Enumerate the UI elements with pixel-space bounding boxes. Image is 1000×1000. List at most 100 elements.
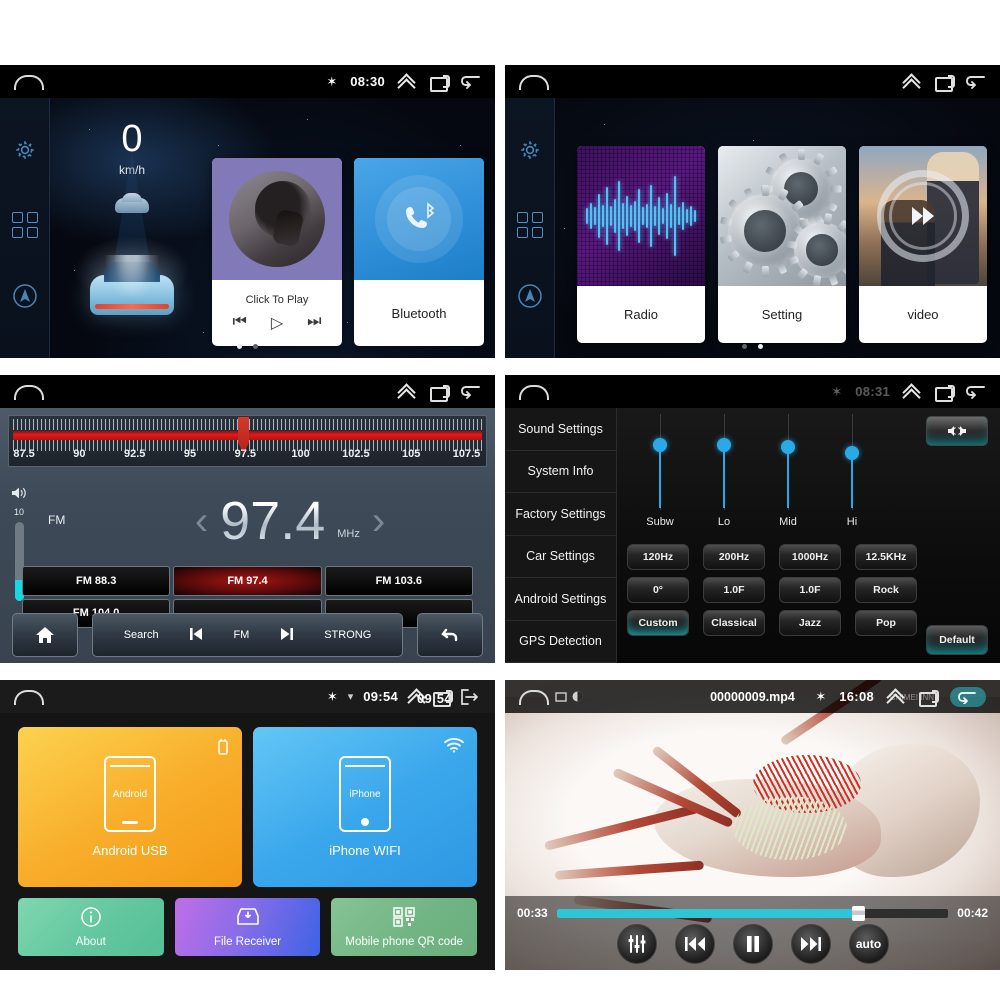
navigation-icon[interactable] bbox=[12, 283, 38, 314]
settings-menu-item[interactable]: Sound Settings bbox=[505, 408, 616, 451]
eq-slider[interactable]: Lo bbox=[691, 412, 757, 540]
previous-track-icon[interactable]: ⏮ bbox=[232, 313, 246, 333]
eq-preset-button[interactable]: 120Hz bbox=[627, 544, 689, 570]
gear-icon[interactable] bbox=[518, 138, 542, 167]
radio-waveform-art bbox=[577, 146, 705, 286]
chevron-up-icon[interactable] bbox=[398, 75, 417, 89]
waveform-graphic bbox=[577, 161, 705, 271]
recent-apps-icon[interactable] bbox=[433, 689, 453, 707]
music-card[interactable]: Click To Play ⏮ ▷ ⏭ bbox=[212, 158, 342, 346]
seek-row: 00:33 00:42 bbox=[517, 905, 988, 921]
eq-slider-handle[interactable] bbox=[717, 438, 731, 452]
tile-android-usb[interactable]: Android Android USB bbox=[18, 727, 242, 887]
back-icon[interactable] bbox=[966, 384, 986, 399]
eq-preset-button[interactable]: Pop bbox=[855, 610, 917, 636]
navigation-icon[interactable] bbox=[517, 283, 543, 314]
seek-track[interactable] bbox=[556, 905, 949, 921]
previous-button[interactable] bbox=[674, 924, 715, 964]
eq-slider-handle[interactable] bbox=[845, 446, 859, 460]
dial-scale-labels: 87.5 90 92.5 95 97.5 100 102.5 105 107.5 bbox=[13, 448, 482, 464]
seek-up-button[interactable] bbox=[279, 627, 295, 644]
home-icon[interactable] bbox=[14, 689, 44, 705]
auto-button[interactable]: auto bbox=[848, 924, 889, 964]
equalizer-button[interactable] bbox=[616, 924, 657, 964]
signal-strength-button[interactable]: STRONG bbox=[324, 629, 371, 641]
settings-menu-item[interactable]: Car Settings bbox=[505, 536, 616, 578]
previous-station-button[interactable]: ‹ bbox=[195, 501, 208, 541]
default-button[interactable]: Default bbox=[926, 625, 988, 655]
page-dot[interactable] bbox=[253, 344, 258, 349]
settings-menu-item[interactable]: Factory Settings bbox=[505, 493, 616, 536]
app-card-video[interactable]: video bbox=[859, 146, 987, 343]
preset-button[interactable]: FM 97.4 bbox=[173, 566, 322, 596]
page-dot[interactable] bbox=[237, 344, 242, 349]
frequency-dial[interactable]: 87.5 90 92.5 95 97.5 100 102.5 105 107.5 bbox=[8, 415, 487, 467]
home-icon[interactable] bbox=[14, 74, 44, 90]
app-card-setting[interactable]: Setting bbox=[718, 146, 846, 343]
home-icon[interactable] bbox=[519, 74, 549, 90]
bluetooth-card[interactable]: Bluetooth bbox=[354, 158, 484, 346]
page-dot[interactable] bbox=[758, 344, 763, 349]
speaker-balance-button[interactable] bbox=[926, 416, 988, 446]
pause-button[interactable] bbox=[732, 924, 773, 964]
settings-menu-item[interactable]: System Info bbox=[505, 451, 616, 493]
play-icon[interactable]: ▷ bbox=[271, 313, 283, 333]
next-button[interactable] bbox=[790, 924, 831, 964]
back-icon[interactable] bbox=[950, 686, 986, 707]
info-icon bbox=[80, 906, 102, 933]
eq-preset-button[interactable]: 1000Hz bbox=[779, 544, 841, 570]
band-button[interactable]: FM bbox=[233, 629, 249, 641]
recent-apps-icon[interactable] bbox=[935, 384, 955, 402]
eq-preset-button[interactable]: 200Hz bbox=[703, 544, 765, 570]
recent-apps-icon[interactable] bbox=[430, 384, 450, 402]
tile-iphone-wifi[interactable]: iPhone iPhone WIFI bbox=[253, 727, 477, 887]
back-icon[interactable] bbox=[461, 74, 481, 89]
apps-grid-icon[interactable] bbox=[516, 211, 543, 238]
eq-slider-handle[interactable] bbox=[653, 438, 667, 452]
eq-preset-button[interactable]: Rock bbox=[855, 577, 917, 603]
recent-apps-icon[interactable] bbox=[430, 74, 450, 92]
back-icon[interactable] bbox=[461, 384, 481, 399]
settings-menu-item[interactable]: GPS Detection bbox=[505, 621, 616, 663]
home-icon[interactable] bbox=[519, 384, 549, 400]
app-card-radio[interactable]: Radio bbox=[577, 146, 705, 343]
eq-slider[interactable]: Mid bbox=[755, 412, 821, 540]
home-button[interactable] bbox=[12, 613, 78, 657]
search-button[interactable]: Search bbox=[124, 629, 159, 641]
next-track-icon[interactable]: ⏭ bbox=[307, 313, 321, 333]
eq-preset-button[interactable]: Custom bbox=[627, 610, 689, 636]
recent-apps-icon[interactable] bbox=[935, 74, 955, 92]
home-icon[interactable] bbox=[519, 689, 549, 705]
back-icon[interactable] bbox=[461, 689, 481, 705]
apps-body: Radio Setting video bbox=[505, 98, 1000, 358]
eq-slider[interactable]: Subw bbox=[627, 412, 693, 540]
page-dot[interactable] bbox=[742, 344, 747, 349]
home-icon[interactable] bbox=[14, 384, 44, 400]
eq-preset-button[interactable]: 12.5KHz bbox=[855, 544, 917, 570]
chevron-up-icon[interactable] bbox=[903, 385, 922, 399]
chevron-up-icon[interactable] bbox=[903, 75, 922, 89]
preset-button[interactable]: FM 88.3 bbox=[22, 566, 171, 596]
file-receiver-button[interactable]: File Receiver bbox=[174, 898, 321, 956]
eq-preset-button[interactable]: 0° bbox=[627, 577, 689, 603]
eq-slider[interactable]: Hi bbox=[819, 412, 885, 540]
seek-handle[interactable] bbox=[852, 905, 866, 921]
statusbar-right-group: ✶ 08:30 bbox=[326, 74, 495, 92]
eq-preset-button[interactable]: 1.0F bbox=[703, 577, 765, 603]
next-station-button[interactable]: › bbox=[372, 501, 385, 541]
apps-grid-icon[interactable] bbox=[11, 211, 38, 238]
gear-icon[interactable] bbox=[13, 138, 37, 167]
eq-preset-button[interactable]: Jazz bbox=[779, 610, 841, 636]
eq-slider-handle[interactable] bbox=[781, 440, 795, 454]
seek-down-button[interactable] bbox=[188, 627, 204, 644]
back-icon[interactable] bbox=[966, 74, 986, 89]
settings-menu-item[interactable]: Android Settings bbox=[505, 578, 616, 621]
back-button[interactable] bbox=[417, 613, 483, 657]
preset-button[interactable]: FM 103.6 bbox=[324, 566, 473, 596]
eq-preset-button[interactable]: Classical bbox=[703, 610, 765, 636]
chevron-up-icon[interactable] bbox=[398, 385, 417, 399]
qr-code-button[interactable]: Mobile phone QR code bbox=[331, 898, 478, 956]
eq-preset-button[interactable]: 1.0F bbox=[779, 577, 841, 603]
iphone-phone-icon: iPhone bbox=[339, 756, 391, 832]
about-button[interactable]: About bbox=[18, 898, 164, 956]
